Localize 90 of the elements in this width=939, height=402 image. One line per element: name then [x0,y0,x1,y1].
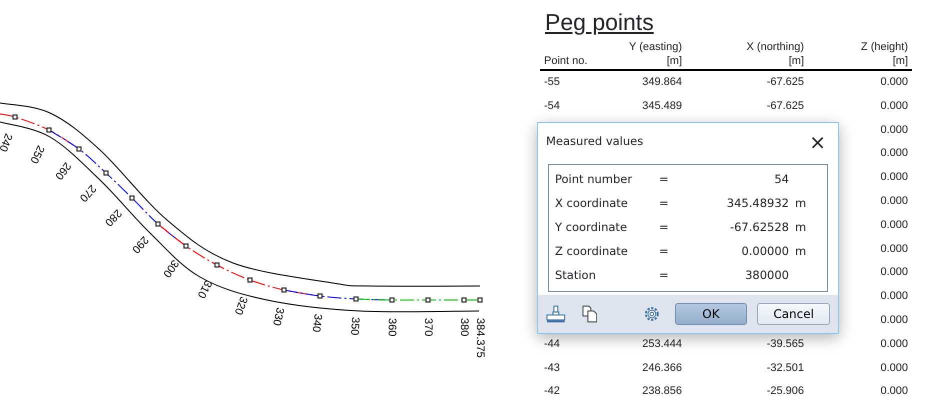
table-cell: -42 [544,385,560,398]
table-cell: 349.864 [642,76,682,88]
field-value: 0.00000 [740,243,789,260]
table-cell: 0.000 [880,290,908,302]
equals-sign: = [659,267,670,284]
table-cell: 0.000 [880,266,908,278]
station-marker [130,196,134,200]
station-marker [318,294,322,298]
table-title: Peg points [545,8,654,36]
station-marker [390,298,394,302]
station-label: 310 [194,278,214,300]
station-marker [184,244,188,248]
station-marker [12,114,18,120]
station-label: 360 [386,318,398,336]
station-marker [104,170,108,176]
table-cell: 0.000 [880,314,908,326]
dialog-title: Measured values [546,132,644,150]
stamp-icon[interactable] [546,305,566,323]
table-cell: 253.444 [642,338,682,350]
station-label: 320 [232,294,250,316]
table-cell: 345.489 [642,100,682,112]
field-value: 54 [773,171,789,188]
station-marker [426,298,430,302]
station-label: 330 [270,306,286,327]
column-header: Point no. [540,40,620,70]
station-label: 384.375 [474,318,486,358]
table-cell: -32.501 [766,362,804,374]
column-header: Z (height) [m] [808,40,912,70]
field-value: 345.48932 [726,195,789,212]
station-marker [282,288,286,292]
table-cell: 0.000 [880,124,908,136]
field-label: Station [554,267,597,284]
table-cell: -55 [544,76,560,88]
station-label: 290 [129,234,151,256]
column-header: Y (easting) [m] [620,40,686,70]
station-label: 370 [422,318,434,336]
station-label: 260 [52,160,74,182]
station-marker [478,298,482,302]
settings-icon[interactable] [642,305,661,323]
station-marker [354,296,358,302]
station-marker [46,128,52,132]
table-cell: -43 [544,362,560,374]
station-marker [214,262,220,268]
table-cell: 0.000 [880,242,908,255]
close-button[interactable]: × [805,132,830,152]
equals-sign: = [659,171,670,188]
station-label: 250 [28,143,46,166]
field-label: X coordinate [554,195,629,212]
table-cell: 0.000 [880,171,908,184]
table-cell: 0.000 [880,76,908,88]
station-label: 350 [348,316,362,336]
station-marker [462,298,466,302]
unit-label: m [794,195,806,212]
station-marker [248,278,252,282]
unit-label: m [794,219,806,236]
table-cell: -67.625 [766,100,804,112]
station-label: 300 [160,257,181,280]
field-label: Point number [554,171,634,188]
station-marker [76,146,82,152]
field-label: Z coordinate [554,243,629,260]
copy-icon[interactable] [582,305,598,323]
table-cell: 246.366 [642,362,682,374]
table-cell: -39.565 [766,338,804,350]
table-cell: 0.000 [880,385,908,398]
table-cell: 0.000 [880,194,908,207]
table-cell: -44 [544,338,560,350]
table-cell: 0.000 [880,147,908,160]
column-header: X (northing) [m] [686,40,808,70]
equals-sign: = [659,195,670,212]
station-label: 340 [310,313,324,333]
field-value: -67.62528 [728,219,789,236]
field-label: Y coordinate [554,219,628,236]
table-cell: -25.906 [766,385,804,398]
table-cell: 0.000 [880,338,908,350]
table-cell: 0.000 [880,218,908,231]
station-label: 280 [102,206,124,228]
table-cell: -67.625 [766,76,804,88]
equals-sign: = [659,243,670,260]
ok-button[interactable]: OK [674,303,748,325]
table-cell: 0.000 [880,362,908,374]
station-marker [156,222,160,226]
field-value: 380000 [744,267,789,284]
table-cell: -54 [544,100,560,112]
station-label: 270 [77,182,98,204]
table-cell: 0.000 [880,100,908,112]
station-label: 380 [458,318,470,336]
unit-label: m [794,243,806,260]
cancel-button[interactable]: Cancel [757,303,830,325]
equals-sign: = [659,219,670,236]
table-cell: 238.856 [642,385,682,398]
